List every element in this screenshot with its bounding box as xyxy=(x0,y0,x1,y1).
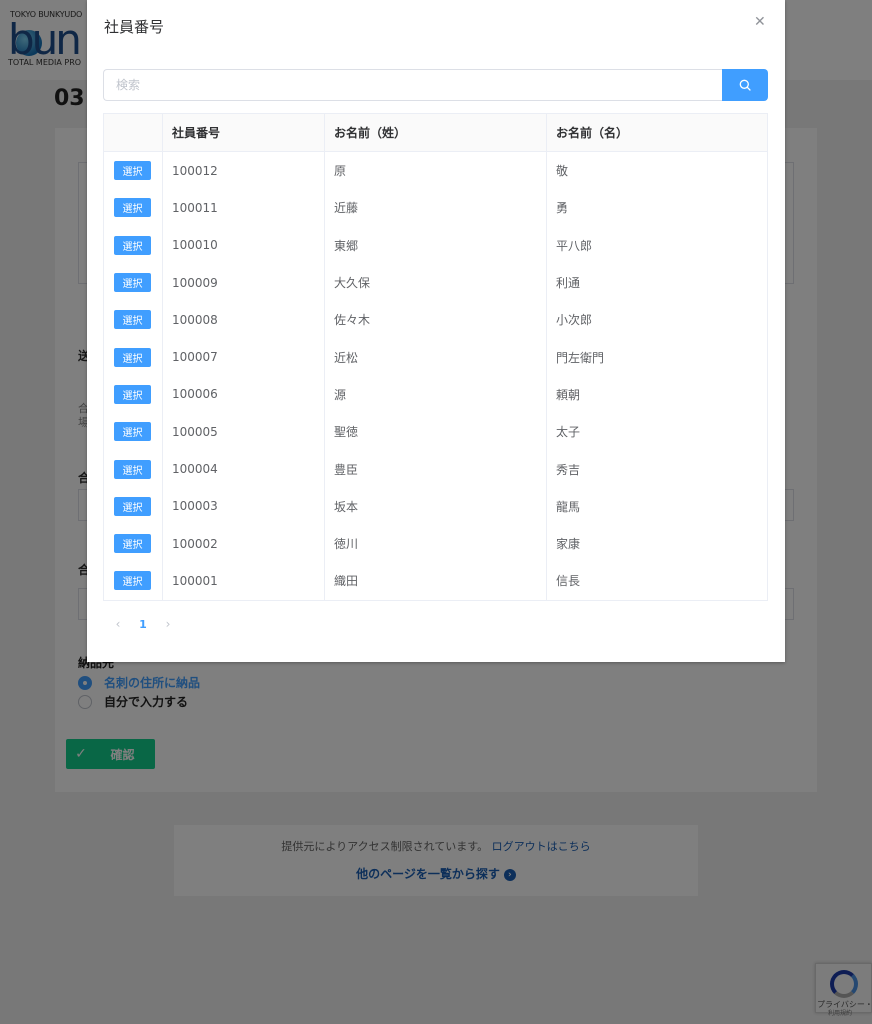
select-cell: 選択 xyxy=(104,226,163,264)
select-button[interactable]: 選択 xyxy=(114,384,151,404)
table-row: 選択 100004 豊臣 秀吉 xyxy=(104,450,767,488)
last-name-cell: 聖徳 xyxy=(325,413,547,451)
page-number[interactable]: 1 xyxy=(133,618,153,631)
select-cell: 選択 xyxy=(104,375,163,414)
table-row: 選択 100012 原敬 xyxy=(104,152,767,190)
select-button[interactable]: 選択 xyxy=(114,534,151,554)
dialog-title: 社員番号 xyxy=(104,18,165,36)
employee-id-cell: 100003 xyxy=(163,487,325,525)
table-row: 選択 100001 織田 信長 xyxy=(104,562,767,600)
employee-id-cell: 100006 xyxy=(163,375,325,414)
table-row: 選択 100008 佐々木 小次郎 xyxy=(104,301,767,339)
last-name-cell: 大久保 xyxy=(325,263,547,302)
next-page-icon[interactable]: › xyxy=(153,617,183,631)
select-cell: 選択 xyxy=(104,338,163,376)
table-row: 選択 100005 聖徳 太子 xyxy=(104,413,767,451)
employee-id-cell: 100001 xyxy=(163,562,325,600)
employee-id-cell: 100010 xyxy=(163,226,325,264)
select-button[interactable]: 選択 xyxy=(114,496,151,516)
select-cell: 選択 xyxy=(104,189,163,227)
column-header-employee-id: 社員番号 xyxy=(163,114,325,151)
select-cell: 選択 xyxy=(104,263,163,302)
select-cell: 選択 xyxy=(104,301,163,339)
search-icon xyxy=(739,79,751,91)
last-name-cell: 近藤 xyxy=(325,189,547,227)
employee-id-cell: 100011 xyxy=(163,189,325,227)
last-name-cell: 豊臣 xyxy=(325,450,547,488)
select-button[interactable]: 選択 xyxy=(114,571,151,591)
search-input[interactable] xyxy=(103,69,722,101)
search-button[interactable] xyxy=(722,69,768,101)
employee-id-cell: 100005 xyxy=(163,413,325,451)
column-header-last-name: お名前（姓） xyxy=(325,114,547,151)
employee-id-cell: 100009 xyxy=(163,263,325,302)
select-cell: 選択 xyxy=(104,413,163,451)
first-name-cell: 敬 xyxy=(556,164,569,179)
employee-id-cell: 100004 xyxy=(163,450,325,488)
first-name-cell: 小次郎 xyxy=(556,313,593,328)
last-name-cell: 織田 xyxy=(325,562,547,600)
select-button[interactable]: 選択 xyxy=(114,273,151,293)
select-cell: 選択 xyxy=(104,487,163,525)
last-name-cell: 源 xyxy=(325,375,547,414)
close-icon[interactable]: ✕ xyxy=(754,14,766,30)
first-name-cell: 門左衛門 xyxy=(556,350,605,365)
table-row: 選択 100006 源頼朝 xyxy=(104,375,767,414)
pagination: ‹ 1 › xyxy=(103,614,183,634)
first-name-cell: 龍馬 xyxy=(556,499,581,514)
select-button[interactable]: 選択 xyxy=(114,161,151,181)
first-name-cell: 頼朝 xyxy=(556,387,581,402)
first-name-cell: 家康 xyxy=(556,537,581,552)
table-row: 選択 100011 近藤勇 xyxy=(104,189,767,227)
last-name-cell: 坂本 xyxy=(325,487,547,525)
select-button[interactable]: 選択 xyxy=(114,422,151,442)
table-row: 選択 100010 東郷 平八郎 xyxy=(104,226,767,264)
employee-id-cell: 100008 xyxy=(163,301,325,339)
first-name-cell: 勇 xyxy=(556,201,569,216)
table-row: 選択 100009 大久保 利通 xyxy=(104,263,767,302)
first-name-cell: 秀吉 xyxy=(556,462,581,477)
first-name-cell: 平八郎 xyxy=(556,238,593,253)
first-name-cell: 太子 xyxy=(556,425,581,440)
first-name-cell: 信長 xyxy=(556,574,581,589)
employee-id-cell: 100007 xyxy=(163,338,325,376)
employee-id-cell: 100002 xyxy=(163,524,325,563)
column-header-select xyxy=(104,114,163,151)
select-button[interactable]: 選択 xyxy=(114,235,151,255)
last-name-cell: 徳川 xyxy=(325,524,547,563)
employee-table: 社員番号 お名前（姓） お名前（名） 選択 100012 原敬選択 100011 近藤勇… xyxy=(103,113,768,601)
employee-id-cell: 100012 xyxy=(163,152,325,190)
select-button[interactable]: 選択 xyxy=(114,198,151,218)
column-header-first-name: お名前（名） xyxy=(556,126,629,140)
last-name-cell: 原 xyxy=(325,152,547,190)
search-bar xyxy=(103,69,768,101)
table-row: 選択 100003 坂本 龍馬 xyxy=(104,487,767,525)
first-name-cell: 利通 xyxy=(556,276,581,291)
select-button[interactable]: 選択 xyxy=(114,459,151,479)
select-cell: 選択 xyxy=(104,450,163,488)
prev-page-icon[interactable]: ‹ xyxy=(103,617,133,631)
select-cell: 選択 xyxy=(104,562,163,600)
select-button[interactable]: 選択 xyxy=(114,310,151,330)
table-row: 選択 100002 徳川 家康 xyxy=(104,524,767,563)
employee-number-dialog: 社員番号 ✕ 社員番号 お名前（姓） お名前（名） 選択100012原敬選択10… xyxy=(87,0,785,662)
select-cell: 選択 xyxy=(104,152,163,190)
table-row: 選択 100007 近松 門左衛門 xyxy=(104,338,767,376)
last-name-cell: 東郷 xyxy=(325,226,547,264)
last-name-cell: 近松 xyxy=(325,338,547,376)
table-body: 選択 100012 原敬選択 100011 近藤勇選択 100010 東郷 平八郎 選択 1000… xyxy=(104,152,767,600)
select-button[interactable]: 選択 xyxy=(114,347,151,367)
select-cell: 選択 xyxy=(104,524,163,563)
last-name-cell: 佐々木 xyxy=(325,301,547,339)
table-header: 社員番号 お名前（姓） お名前（名） xyxy=(104,114,767,152)
